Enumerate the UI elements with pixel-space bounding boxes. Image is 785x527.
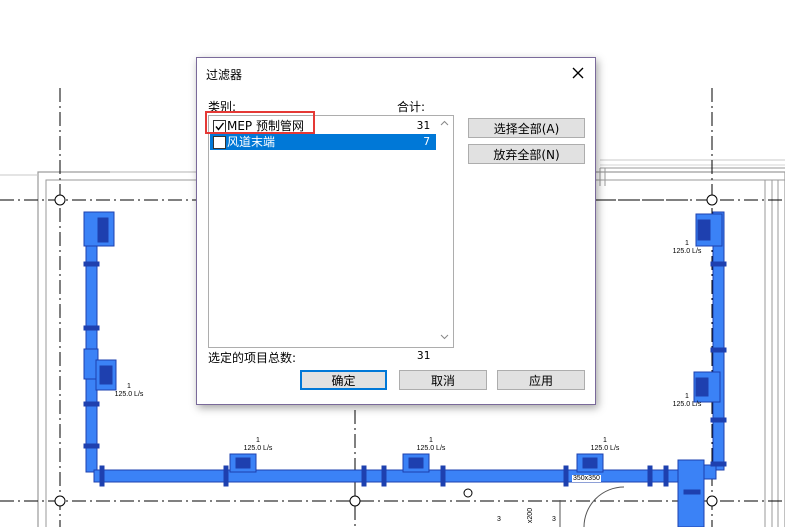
filter-dialog: 过滤器 类别: 合计: MEP 预制管网 31 风道末端 7 选择全部(A) 放…: [196, 57, 596, 405]
terminal-tag-bottom-1: 1 125.0 L/s: [241, 437, 275, 453]
close-icon: [572, 67, 584, 79]
dialog-titlebar[interactable]: 过滤器: [197, 58, 595, 88]
bottom-mark-1: 3: [497, 516, 501, 523]
list-item-air-terminal[interactable]: 风道末端 7: [210, 134, 436, 150]
category-name: MEP 预制管网: [227, 119, 304, 133]
dialog-title: 过滤器: [206, 68, 243, 82]
terminal-tag-bottom-3: 1 125.0 L/s: [588, 437, 622, 453]
terminal-count: 1: [127, 383, 131, 390]
terminal-tag-bottom-2: 1 125.0 L/s: [414, 437, 448, 453]
door-arc: [559, 486, 625, 527]
total-header: 合计:: [397, 100, 426, 114]
category-header: 类别:: [208, 100, 237, 114]
category-listbox[interactable]: MEP 预制管网 31 风道末端 7: [208, 115, 454, 348]
duct-size-tag: 350x350: [572, 475, 601, 482]
terminal-count: 1: [429, 437, 433, 444]
list-item-mep-fabrication[interactable]: MEP 预制管网 31: [210, 118, 436, 134]
terminal-tag-right-upper: 1 125.0 L/s: [671, 240, 703, 256]
terminal-count: 1: [685, 393, 689, 400]
terminal-flow: 125.0 L/s: [243, 445, 273, 452]
listbox-scrollbar[interactable]: [436, 116, 453, 345]
scroll-down-icon: [440, 334, 449, 340]
terminal-count: 1: [603, 437, 607, 444]
bottom-mark-2: 3: [552, 516, 556, 523]
terminal-flow: 125.0 L/s: [590, 445, 620, 452]
deselect-all-button[interactable]: 放弃全部(N): [468, 144, 585, 164]
category-count: 31: [416, 119, 430, 132]
bottom-mark-3: x200: [527, 507, 535, 524]
category-count: 7: [423, 135, 430, 148]
terminal-flow: 125.0 L/s: [672, 401, 702, 408]
terminal-count: 1: [685, 240, 689, 247]
selected-total-value: 31: [417, 349, 431, 362]
terminal-count: 1: [256, 437, 260, 444]
select-all-button[interactable]: 选择全部(A): [468, 118, 585, 138]
terminal-tag-right-lower: 1 125.0 L/s: [671, 393, 703, 409]
cancel-button[interactable]: 取消: [399, 370, 487, 390]
terminal-flow: 125.0 L/s: [672, 248, 702, 255]
category-checkbox[interactable]: [213, 120, 226, 133]
checkmark-icon: [215, 122, 225, 131]
selected-total-label: 选定的项目总数:: [208, 351, 297, 365]
close-button[interactable]: [569, 64, 587, 82]
terminal-tag-left-lower: 1 125.0 L/s: [113, 383, 145, 399]
ok-button[interactable]: 确定: [300, 370, 387, 390]
apply-button[interactable]: 应用: [497, 370, 585, 390]
category-name: 风道末端: [227, 135, 276, 149]
category-checkbox[interactable]: [213, 136, 226, 149]
scroll-up-icon: [440, 120, 449, 126]
terminal-flow: 125.0 L/s: [114, 391, 144, 398]
scrollbar-arrows: [440, 120, 449, 340]
terminal-flow: 125.0 L/s: [416, 445, 446, 452]
